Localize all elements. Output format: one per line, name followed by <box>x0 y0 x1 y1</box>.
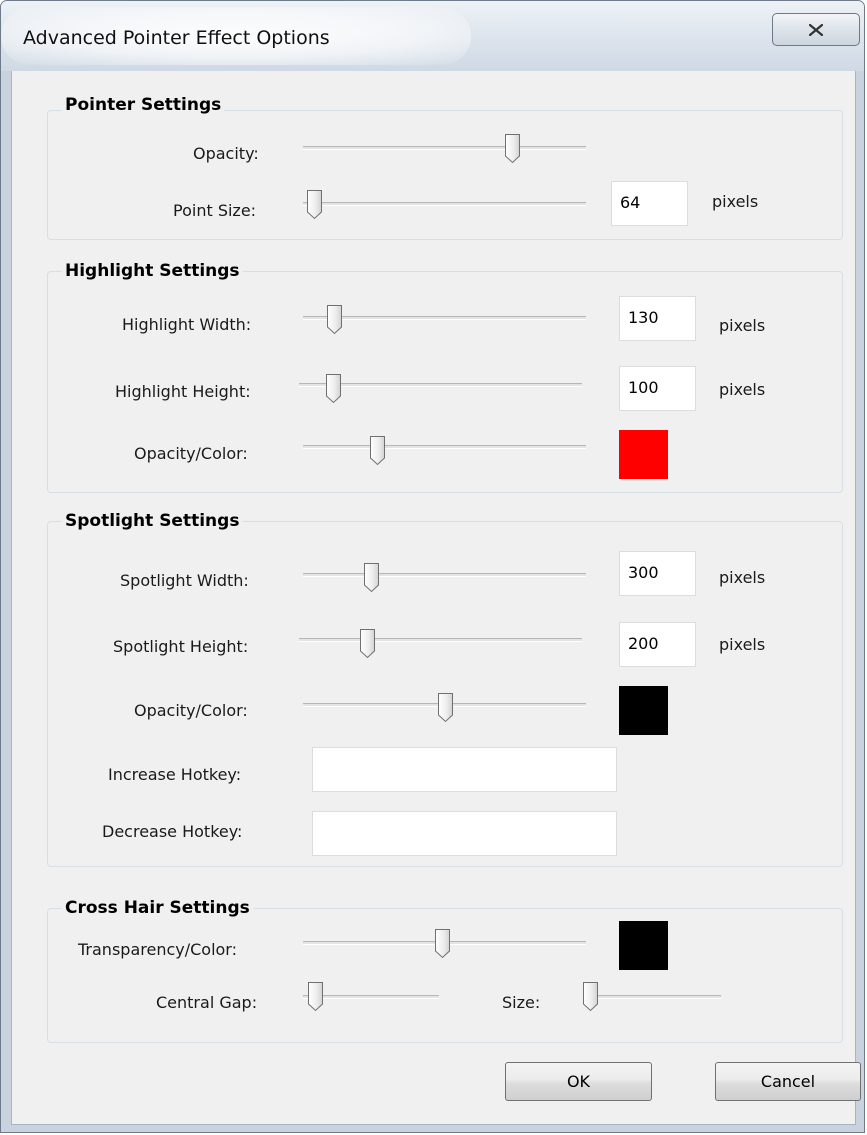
highlight-width-track[interactable] <box>303 316 586 320</box>
pointer-settings-group <box>47 110 843 240</box>
spotlight-height-track[interactable] <box>299 638 582 642</box>
pointer-opacity-track[interactable] <box>303 146 586 150</box>
highlight-height-slider-thumb[interactable] <box>325 373 342 404</box>
spotlight-height-input[interactable]: 200 <box>619 622 696 667</box>
spotlight-height-label: Spotlight Height: <box>113 637 249 656</box>
point-size-unit: pixels <box>712 192 759 211</box>
crosshair-transparency-slider-thumb[interactable] <box>434 928 451 959</box>
crosshair-settings-title: Cross Hair Settings <box>62 898 253 918</box>
spotlight-color-swatch[interactable] <box>619 686 668 735</box>
crosshair-size-track[interactable] <box>585 995 721 999</box>
crosshair-size-slider-thumb[interactable] <box>582 981 599 1012</box>
central-gap-slider-thumb[interactable] <box>307 981 324 1012</box>
spotlight-width-input[interactable]: 300 <box>619 551 696 596</box>
spotlight-width-unit: pixels <box>719 568 766 587</box>
highlight-width-slider-thumb[interactable] <box>326 304 343 335</box>
crosshair-color-swatch[interactable] <box>619 921 668 970</box>
increase-hotkey-input[interactable] <box>312 747 617 792</box>
highlight-color-swatch[interactable] <box>619 430 668 479</box>
increase-hotkey-label: Increase Hotkey: <box>108 765 242 784</box>
highlight-height-unit: pixels <box>719 380 766 399</box>
spotlight-height-slider-thumb[interactable] <box>359 628 376 659</box>
spotlight-width-label: Spotlight Width: <box>120 571 249 590</box>
crosshair-size-label: Size: <box>502 993 541 1012</box>
highlight-height-label: Highlight Height: <box>115 382 251 401</box>
spotlight-opacity-label: Opacity/Color: <box>134 701 248 720</box>
cancel-button[interactable]: Cancel <box>715 1062 861 1101</box>
point-size-track[interactable] <box>303 202 586 206</box>
highlight-width-unit: pixels <box>719 316 766 335</box>
highlight-height-input[interactable]: 100 <box>619 366 696 411</box>
spotlight-opacity-slider-thumb[interactable] <box>437 692 454 723</box>
highlight-settings-title: Highlight Settings <box>62 261 243 281</box>
spotlight-width-track[interactable] <box>303 573 586 577</box>
pointer-opacity-slider-thumb[interactable] <box>504 133 521 164</box>
spotlight-width-slider-thumb[interactable] <box>363 562 380 593</box>
window-title: Advanced Pointer Effect Options <box>23 27 330 49</box>
highlight-opacity-label: Opacity/Color: <box>134 444 248 463</box>
ok-button[interactable]: OK <box>505 1062 652 1101</box>
dialog-client-area: Pointer Settings Opacity: Point Size: 64… <box>11 71 861 1125</box>
title-bar[interactable]: Advanced Pointer Effect Options <box>1 1 864 71</box>
highlight-width-label: Highlight Width: <box>122 315 252 334</box>
close-x-icon <box>809 23 823 36</box>
spotlight-height-unit: pixels <box>719 635 766 654</box>
central-gap-label: Central Gap: <box>156 993 258 1012</box>
pointer-opacity-label: Opacity: <box>193 144 259 163</box>
close-button[interactable] <box>772 13 860 46</box>
point-size-label: Point Size: <box>173 201 257 220</box>
highlight-width-input[interactable]: 130 <box>619 296 696 341</box>
point-size-slider-thumb[interactable] <box>306 189 323 220</box>
highlight-opacity-slider-thumb[interactable] <box>369 435 386 466</box>
point-size-input[interactable]: 64 <box>611 181 688 226</box>
dialog-window: Advanced Pointer Effect Options Pointer … <box>0 0 865 1133</box>
highlight-opacity-track[interactable] <box>303 445 586 449</box>
crosshair-transparency-label: Transparency/Color: <box>78 940 237 959</box>
decrease-hotkey-input[interactable] <box>312 811 617 856</box>
decrease-hotkey-label: Decrease Hotkey: <box>102 822 243 841</box>
spotlight-settings-title: Spotlight Settings <box>62 511 243 531</box>
pointer-settings-title: Pointer Settings <box>62 95 225 115</box>
